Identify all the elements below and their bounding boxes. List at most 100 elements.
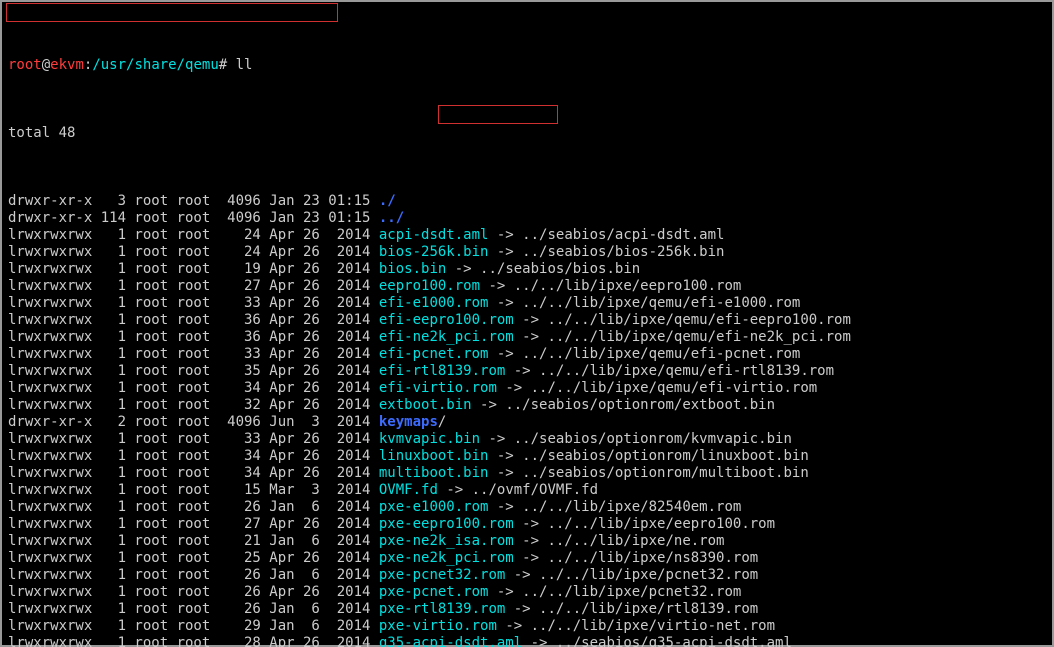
list-item: lrwxrwxrwx 1 root root 26 Jan 6 2014 pxe…	[8, 567, 1046, 584]
symlink-target: ../../lib/ipxe/eepro100.rom	[514, 278, 742, 294]
file-name: bios-256k.bin	[379, 244, 489, 260]
list-item: lrwxrwxrwx 1 root root 29 Jan 6 2014 pxe…	[8, 618, 1046, 635]
file-name: acpi-dsdt.aml	[379, 227, 489, 243]
list-item: lrwxrwxrwx 1 root root 32 Apr 26 2014 ex…	[8, 397, 1046, 414]
symlink-target: ../../lib/ipxe/ns8390.rom	[547, 550, 758, 566]
list-item: lrwxrwxrwx 1 root root 27 Apr 26 2014 ee…	[8, 278, 1046, 295]
prompt-path: /usr/share/qemu	[92, 57, 218, 73]
list-item: drwxr-xr-x 3 root root 4096 Jan 23 01:15…	[8, 193, 1046, 210]
file-name: pxe-eepro100.rom	[379, 516, 514, 532]
file-meta: lrwxrwxrwx 1 root root 33 Apr 26 2014	[8, 295, 379, 311]
symlink-arrow: ->	[472, 397, 506, 413]
list-item: lrwxrwxrwx 1 root root 28 Apr 26 2014 q3…	[8, 635, 1046, 647]
file-meta: lrwxrwxrwx 1 root root 34 Apr 26 2014	[8, 380, 379, 396]
symlink-target: ../seabios/acpi-dsdt.aml	[522, 227, 724, 243]
list-item: lrwxrwxrwx 1 root root 36 Apr 26 2014 ef…	[8, 329, 1046, 346]
file-meta: lrwxrwxrwx 1 root root 24 Apr 26 2014	[8, 227, 379, 243]
symlink-target: ../seabios/optionrom/extboot.bin	[505, 397, 775, 413]
list-item: lrwxrwxrwx 1 root root 24 Apr 26 2014 bi…	[8, 244, 1046, 261]
symlink-arrow: ->	[497, 380, 531, 396]
prompt-user: root	[8, 57, 42, 73]
file-meta: lrwxrwxrwx 1 root root 19 Apr 26 2014	[8, 261, 379, 277]
file-meta: lrwxrwxrwx 1 root root 33 Apr 26 2014	[8, 346, 379, 362]
list-item: lrwxrwxrwx 1 root root 34 Apr 26 2014 ef…	[8, 380, 1046, 397]
symlink-arrow: ->	[497, 618, 531, 634]
file-name: pxe-pcnet32.rom	[379, 567, 505, 583]
symlink-arrow: ->	[514, 312, 548, 328]
file-meta: lrwxrwxrwx 1 root root 15 Mar 3 2014	[8, 482, 379, 498]
symlink-arrow: ->	[488, 448, 522, 464]
file-name: efi-virtio.rom	[379, 380, 497, 396]
file-name: efi-eepro100.rom	[379, 312, 514, 328]
file-name: pxe-rtl8139.rom	[379, 601, 505, 617]
symlink-target: ../../lib/ipxe/qemu/efi-pcnet.rom	[522, 346, 800, 362]
symlink-target: ../../lib/ipxe/82540em.rom	[522, 499, 741, 515]
file-name: eepro100.rom	[379, 278, 480, 294]
symlink-target: ../../lib/ipxe/qemu/efi-rtl8139.rom	[539, 363, 834, 379]
terminal-window[interactable]: root@ekvm:/usr/share/qemu# ll total 48 d…	[0, 0, 1054, 647]
list-item: lrwxrwxrwx 1 root root 25 Apr 26 2014 px…	[8, 550, 1046, 567]
file-meta: lrwxrwxrwx 1 root root 21 Jan 6 2014	[8, 533, 379, 549]
file-name: pxe-ne2k_pci.rom	[379, 550, 514, 566]
file-meta: drwxr-xr-x 114 root root 4096 Jan 23 01:…	[8, 210, 379, 226]
symlink-target: ../../lib/ipxe/qemu/efi-ne2k_pci.rom	[547, 329, 850, 345]
file-meta: lrwxrwxrwx 1 root root 34 Apr 26 2014	[8, 448, 379, 464]
symlink-target: ../../lib/ipxe/pcnet32.rom	[539, 567, 758, 583]
list-item: lrwxrwxrwx 1 root root 33 Apr 26 2014 ef…	[8, 346, 1046, 363]
file-name: ./	[379, 193, 396, 209]
symlink-target: ../../lib/ipxe/pcnet32.rom	[522, 584, 741, 600]
symlink-target: ../../lib/ipxe/virtio-net.rom	[531, 618, 775, 634]
list-item: lrwxrwxrwx 1 root root 21 Jan 6 2014 pxe…	[8, 533, 1046, 550]
symlink-target: ../seabios/optionrom/linuxboot.bin	[522, 448, 809, 464]
file-meta: lrwxrwxrwx 1 root root 26 Jan 6 2014	[8, 567, 379, 583]
file-name: efi-e1000.rom	[379, 295, 489, 311]
symlink-target: ../../lib/ipxe/qemu/efi-virtio.rom	[531, 380, 818, 396]
file-meta: lrwxrwxrwx 1 root root 26 Apr 26 2014	[8, 584, 379, 600]
file-meta: drwxr-xr-x 2 root root 4096 Jun 3 2014	[8, 414, 379, 430]
prompt-line: root@ekvm:/usr/share/qemu# ll	[8, 57, 1046, 74]
symlink-target: ../seabios/bios.bin	[480, 261, 640, 277]
list-item: lrwxrwxrwx 1 root root 26 Jan 6 2014 pxe…	[8, 601, 1046, 618]
symlink-target: ../seabios/bios-256k.bin	[522, 244, 724, 260]
symlink-arrow: ->	[488, 584, 522, 600]
prompt-host: ekvm	[50, 57, 84, 73]
list-item: lrwxrwxrwx 1 root root 34 Apr 26 2014 mu…	[8, 465, 1046, 482]
file-name: keymaps	[379, 414, 438, 430]
file-name: kvmvapic.bin	[379, 431, 480, 447]
symlink-arrow: ->	[514, 516, 548, 532]
symlink-arrow: ->	[505, 601, 539, 617]
symlink-arrow: ->	[514, 329, 548, 345]
symlink-target: ../../lib/ipxe/ne.rom	[547, 533, 724, 549]
file-name: OVMF.fd	[379, 482, 438, 498]
symlink-target: ../seabios/q35-acpi-dsdt.aml	[556, 635, 792, 647]
file-meta: lrwxrwxrwx 1 root root 36 Apr 26 2014	[8, 329, 379, 345]
file-name: multiboot.bin	[379, 465, 489, 481]
file-meta: lrwxrwxrwx 1 root root 25 Apr 26 2014	[8, 550, 379, 566]
list-item: lrwxrwxrwx 1 root root 35 Apr 26 2014 ef…	[8, 363, 1046, 380]
symlink-target: ../../lib/ipxe/qemu/efi-e1000.rom	[522, 295, 800, 311]
symlink-arrow: ->	[522, 635, 556, 647]
symlink-arrow: ->	[505, 363, 539, 379]
symlink-arrow: ->	[488, 499, 522, 515]
symlink-arrow: ->	[488, 346, 522, 362]
file-name: pxe-ne2k_isa.rom	[379, 533, 514, 549]
symlink-arrow: ->	[488, 244, 522, 260]
file-meta: lrwxrwxrwx 1 root root 34 Apr 26 2014	[8, 465, 379, 481]
symlink-target: ../../lib/ipxe/rtl8139.rom	[539, 601, 758, 617]
symlink-arrow: ->	[505, 567, 539, 583]
file-meta: lrwxrwxrwx 1 root root 27 Apr 26 2014	[8, 516, 379, 532]
file-name: pxe-pcnet.rom	[379, 584, 489, 600]
file-name: efi-rtl8139.rom	[379, 363, 505, 379]
list-item: lrwxrwxrwx 1 root root 19 Apr 26 2014 bi…	[8, 261, 1046, 278]
symlink-arrow: ->	[514, 533, 548, 549]
command-text: ll	[236, 57, 253, 73]
symlink-target: ../ovmf/OVMF.fd	[472, 482, 598, 498]
file-name: pxe-virtio.rom	[379, 618, 497, 634]
file-meta: lrwxrwxrwx 1 root root 35 Apr 26 2014	[8, 363, 379, 379]
list-item: drwxr-xr-x 2 root root 4096 Jun 3 2014 k…	[8, 414, 1046, 431]
file-meta: drwxr-xr-x 3 root root 4096 Jan 23 01:15	[8, 193, 379, 209]
total-line: total 48	[8, 125, 1046, 142]
file-meta: lrwxrwxrwx 1 root root 28 Apr 26 2014	[8, 635, 379, 647]
symlink-arrow: ->	[488, 227, 522, 243]
list-item: lrwxrwxrwx 1 root root 33 Apr 26 2014 kv…	[8, 431, 1046, 448]
